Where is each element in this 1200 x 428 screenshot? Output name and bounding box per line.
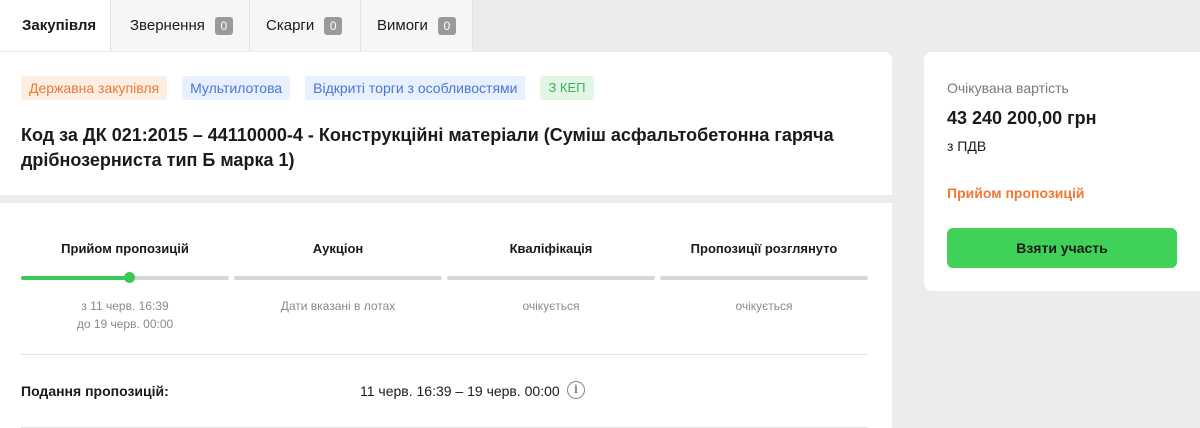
procurement-header-card: Державна закупівля Мультилотова Відкриті…: [0, 52, 892, 195]
divider: [21, 354, 868, 355]
tab-requirements[interactable]: Вимоги 0: [361, 0, 473, 51]
page-title: Код за ДК 021:2015 – 44110000-4 - Констр…: [21, 125, 834, 170]
stage-label: Прийом пропозицій: [61, 241, 189, 256]
tag-multilot: Мультилотова: [182, 76, 291, 100]
count-badge: 0: [214, 16, 233, 35]
stage-date-to: до 19 черв. 00:00: [76, 317, 174, 331]
tab-label: Звернення: [130, 17, 205, 34]
tag-procurement-type: Державна закупівля: [21, 76, 168, 100]
stage-dates: Дати вказані в лотах: [280, 299, 396, 313]
stage-progress-dot: [124, 272, 136, 283]
count-badge: 0: [437, 16, 456, 35]
stage-status: очікується: [522, 299, 580, 313]
tab-label: Скарги: [266, 17, 315, 34]
participate-button[interactable]: Взяти участь: [947, 228, 1177, 268]
submission-label: Подання пропозицій:: [21, 383, 169, 399]
status-label: Прийом пропозицій: [947, 185, 1085, 201]
stage-progress-bar: [21, 272, 229, 283]
stage-dates: з 11 черв. 16:39 до 19 черв. 00:00: [21, 297, 229, 333]
tag-procedure: Відкриті торги з особливостями: [305, 76, 526, 100]
count-badge: 0: [324, 16, 343, 35]
tag-signature: З КЕП: [540, 76, 594, 100]
tab-appeals[interactable]: Звернення 0: [111, 0, 250, 51]
tag-list: Державна закупівля Мультилотова Відкриті…: [21, 76, 609, 100]
stage-label: Кваліфікація: [509, 241, 593, 256]
stage-label: Аукціон: [312, 241, 364, 256]
timeline-card: Прийом пропозицій з 11 черв. 16:39 до 19…: [0, 203, 892, 428]
stage-label: Пропозиції розглянуто: [690, 241, 838, 256]
submission-period: 11 черв. 16:39 – 19 черв. 00:00: [360, 383, 560, 399]
vat-note: з ПДВ: [947, 138, 987, 154]
price-summary-card: Очікувана вартість 43 240 200,00 грн з П…: [924, 52, 1200, 291]
stage-progress-fill: [21, 276, 130, 280]
info-icon[interactable]: i: [567, 381, 585, 399]
tab-complaints[interactable]: Скарги 0: [250, 0, 361, 51]
tab-label: Закупівля: [22, 17, 97, 34]
stage-progress-bar: [660, 276, 868, 280]
stage-date-from: з 11 черв. 16:39: [81, 299, 169, 313]
tab-label: Вимоги: [377, 17, 428, 34]
expected-value-label: Очікувана вартість: [947, 80, 1069, 96]
tab-procurement[interactable]: Закупівля: [0, 0, 111, 51]
stage-progress-bar: [234, 276, 442, 280]
stage-progress-bar: [447, 276, 655, 280]
stage-status: очікується: [735, 299, 793, 313]
expected-value-amount: 43 240 200,00 грн: [947, 108, 1097, 128]
tab-bar: Закупівля Звернення 0 Скарги 0 Вимоги 0: [0, 0, 473, 51]
